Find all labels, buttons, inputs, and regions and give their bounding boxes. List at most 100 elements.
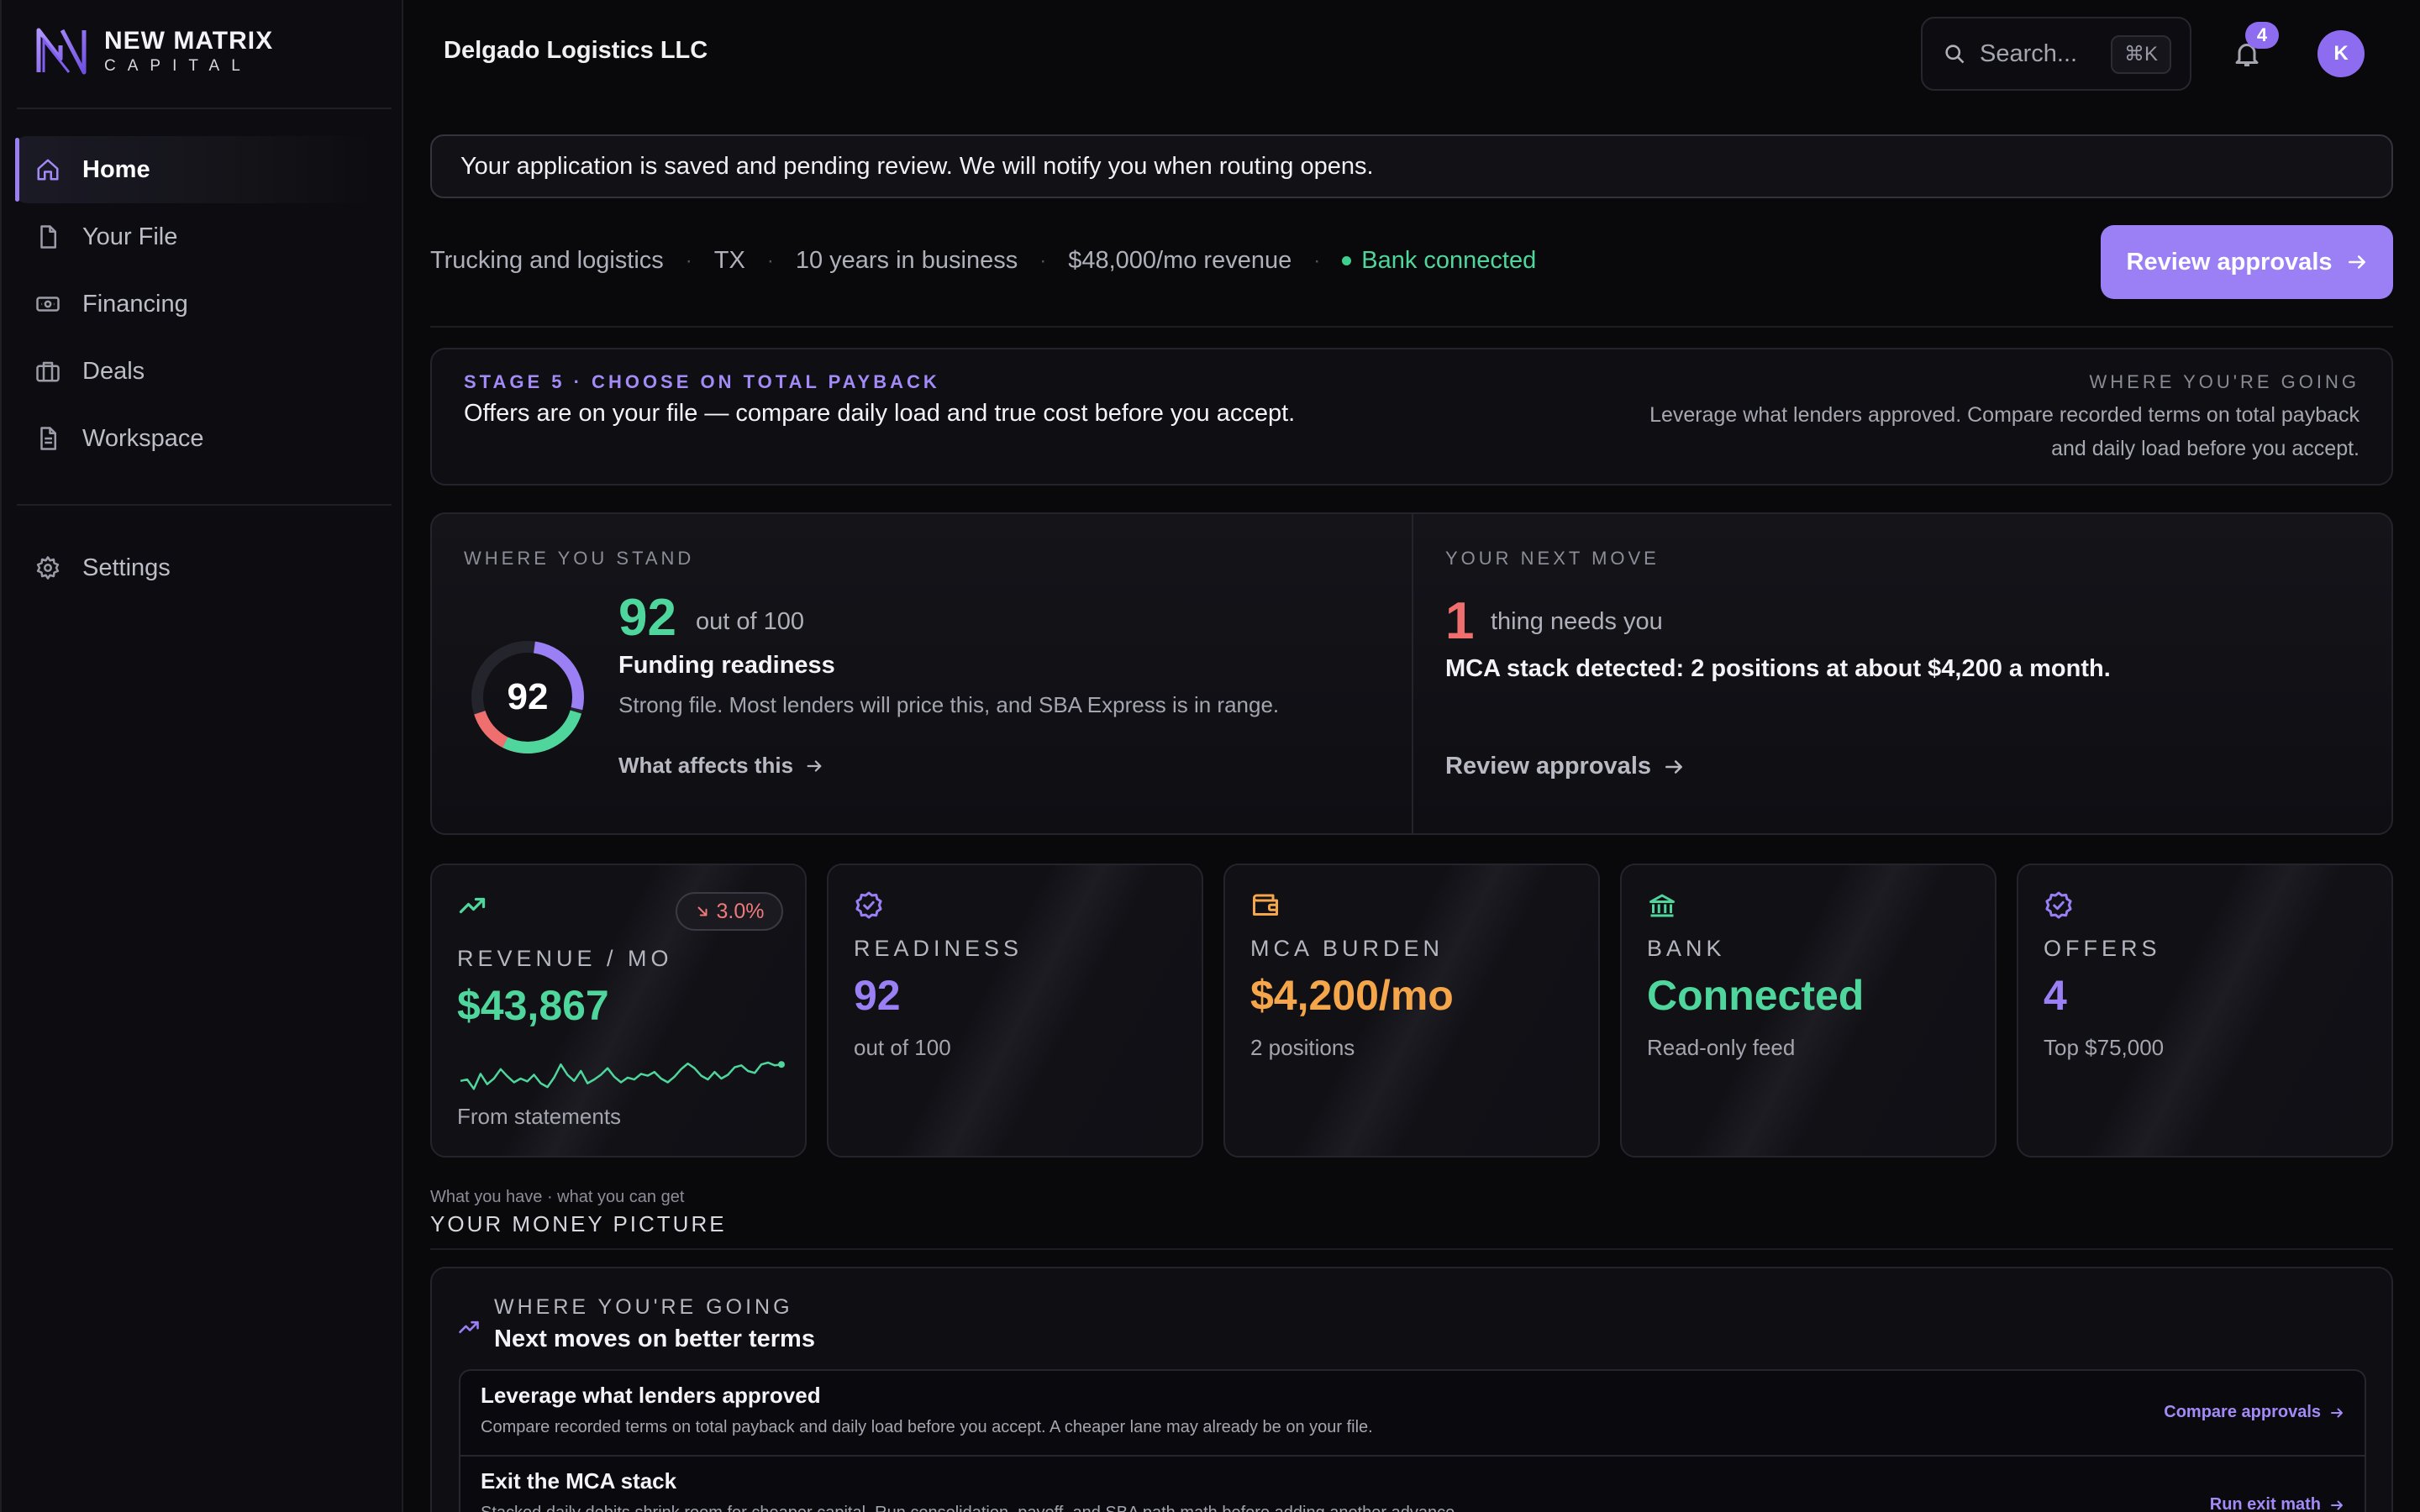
metric-card-offers[interactable]: OFFERS 4 Top $75,000 (2017, 864, 2393, 1158)
meta-years: 10 years in business (795, 247, 1018, 274)
search-icon (1945, 45, 1965, 64)
section-divider (430, 326, 2393, 328)
offers-value: 4 (2044, 972, 2067, 1019)
run-exit-math-link[interactable]: Run exit math (2210, 1495, 2344, 1512)
arrow-right-icon (807, 759, 822, 772)
sidebar-item-label: Financing (82, 290, 188, 318)
meta-bank-status: Bank connected (1361, 247, 1537, 274)
meta-state: TX (713, 247, 745, 274)
meta-separator: · (766, 249, 774, 272)
trending-up-icon (459, 897, 486, 914)
funding-readiness-title: Funding readiness (618, 652, 835, 679)
move-desc: Compare recorded terms on total payback … (481, 1418, 1373, 1436)
run-exit-math-label: Run exit math (2209, 1495, 2321, 1512)
next-move-needs: thing needs you (1491, 608, 1663, 635)
offers-kicker: OFFERS (2044, 936, 2161, 961)
file-icon (40, 225, 56, 249)
move-desc: Stacked daily debits shrink room for che… (481, 1504, 1460, 1512)
arrow-down-right-icon (697, 906, 707, 916)
what-affects-this-label: What affects this (618, 753, 794, 778)
compare-approvals-label: Compare approvals (2164, 1403, 2321, 1421)
readiness-kicker: READINESS (854, 936, 1023, 961)
metric-card-readiness[interactable]: READINESS 92 out of 100 (827, 864, 1203, 1158)
cash-icon (36, 297, 60, 312)
arrow-right-icon (2348, 255, 2365, 269)
arrow-right-icon (2331, 1500, 2343, 1509)
sidebar-item-label: Home (82, 155, 150, 183)
wallet-icon (1253, 894, 1278, 916)
readiness-out-of: out of 100 (696, 608, 804, 635)
next-move-kicker: YOUR NEXT MOVE (1445, 548, 1660, 569)
sparkline-endpoint (778, 1061, 785, 1068)
sidebar-item-financing[interactable]: Financing (15, 270, 373, 338)
brand-subname: CAPITAL (104, 57, 252, 75)
readiness-ring: 92 (471, 641, 584, 753)
stage-kicker: STAGE 5 · CHOOSE ON TOTAL PAYBACK (464, 371, 940, 392)
search-box[interactable]: ⌘K (1921, 17, 2191, 91)
card-split-divider (1412, 514, 1413, 833)
sparkline-path (460, 1061, 782, 1090)
revenue-sub: From statements (457, 1104, 622, 1129)
meta-separator: · (685, 249, 692, 272)
mca-sub: 2 positions (1250, 1035, 1355, 1060)
check-badge-icon (855, 891, 882, 919)
move-title: Exit the MCA stack (481, 1468, 677, 1494)
brand-logo[interactable]: NEW MATRIX CAPITAL (35, 25, 273, 77)
section-divider (430, 1248, 2393, 1250)
sidebar-item-settings[interactable]: Settings (15, 534, 373, 601)
readiness-sub: out of 100 (854, 1035, 951, 1060)
review-approvals-button[interactable]: Review approvals (2101, 225, 2393, 299)
sidebar-item-label: Deals (82, 357, 145, 385)
sidebar-item-label: Your File (82, 223, 178, 250)
what-affects-this-link[interactable]: What affects this (618, 753, 823, 779)
arrow-right-icon (2331, 1408, 2343, 1417)
trending-up-icon (459, 1320, 479, 1334)
revenue-sparkline (460, 1061, 785, 1090)
metric-card-revenue[interactable]: 3.0% REVENUE / MO $43,867 From statement… (430, 864, 807, 1158)
sidebar-item-deals[interactable]: Deals (15, 338, 373, 405)
bank-icon (1649, 894, 1675, 917)
home-icon (37, 159, 59, 181)
status-banner: Your application is saved and pending re… (430, 134, 2393, 198)
meta-separator: · (1313, 249, 1321, 272)
sidebar-item-label: Workspace (82, 424, 204, 452)
next-move-review-link[interactable]: Review approvals (1445, 753, 1685, 780)
check-badge-icon (2045, 891, 2072, 919)
stage-title: Offers are on your file — compare daily … (464, 400, 1296, 427)
metric-card-bank[interactable]: BANK Connected Read-only feed (1620, 864, 1996, 1158)
mca-kicker: MCA BURDEN (1250, 936, 1444, 961)
funding-readiness-desc: Strong file. Most lenders will price thi… (618, 692, 1280, 717)
bank-kicker: BANK (1647, 936, 1726, 961)
sidebar-divider (17, 108, 392, 109)
bank-value: Connected (1647, 972, 1865, 1019)
status-dot-icon (1342, 256, 1352, 265)
brand-name: NEW MATRIX (104, 27, 274, 55)
stand-card: WHERE YOU STAND 92 92 out of 100 Funding… (430, 512, 2393, 835)
where-you-stand-kicker: WHERE YOU STAND (464, 548, 695, 569)
stage-card: STAGE 5 · CHOOSE ON TOTAL PAYBACK Offers… (430, 348, 2393, 486)
meta-industry: Trucking and logistics (430, 247, 664, 274)
meta-separator: · (1039, 249, 1047, 272)
search-input[interactable] (1980, 39, 2114, 68)
readiness-score: 92 (618, 589, 676, 647)
next-move-row: Leverage what lenders approved Compare r… (459, 1369, 2366, 1457)
meta-revenue: $48,000/mo revenue (1068, 247, 1292, 274)
metric-card-mca-burden[interactable]: MCA BURDEN $4,200/mo 2 positions (1223, 864, 1600, 1158)
notification-count-badge: 4 (2245, 22, 2279, 49)
sidebar-item-label: Settings (82, 554, 171, 581)
sidebar-item-workspace[interactable]: Workspace (15, 405, 373, 472)
mca-value: $4,200/mo (1250, 972, 1454, 1019)
bank-sub: Read-only feed (1647, 1035, 1796, 1060)
revenue-delta-badge: 3.0% (676, 892, 783, 931)
sidebar-item-home[interactable]: Home (15, 136, 373, 203)
review-approvals-label: Review approvals (2126, 248, 2333, 276)
money-heading: Next moves on better terms (494, 1326, 815, 1352)
company-name: Delgado Logistics LLC (444, 37, 708, 64)
sidebar-item-your-file[interactable]: Your File (15, 203, 373, 270)
avatar[interactable]: K (2317, 30, 2365, 77)
search-shortcut: ⌘K (2110, 35, 2171, 74)
money-kicker: WHERE YOU'RE GOING (494, 1295, 793, 1319)
compare-approvals-link[interactable]: Compare approvals (2164, 1403, 2344, 1422)
going-kicker: WHERE YOU'RE GOING (2089, 371, 2360, 392)
readiness-value: 92 (854, 972, 901, 1019)
